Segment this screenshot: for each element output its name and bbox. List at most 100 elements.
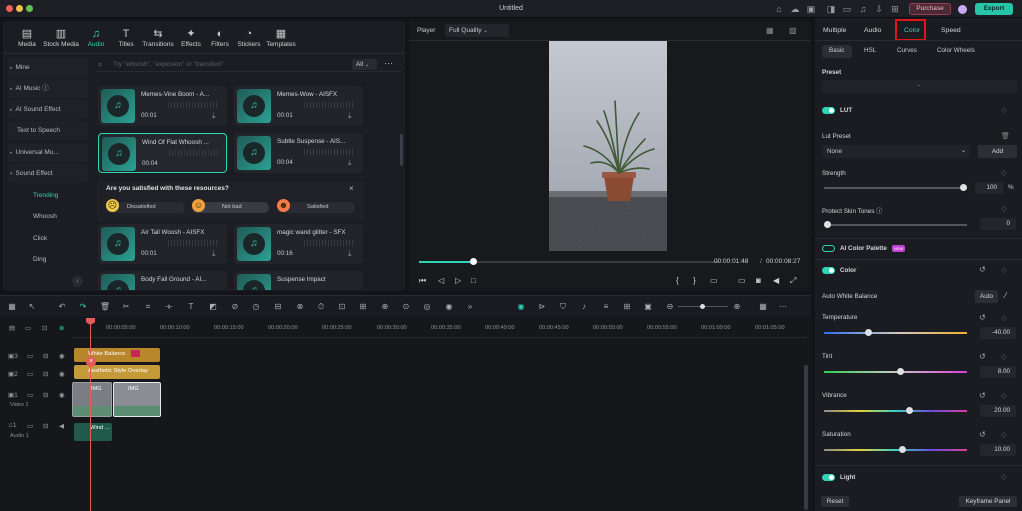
- shield-icon[interactable]: ⛉: [557, 302, 569, 312]
- protect-skin-slider[interactable]: [824, 221, 967, 228]
- delete-icon[interactable]: 🗑: [99, 302, 111, 311]
- vibrance-slider[interactable]: [824, 407, 967, 414]
- preset-selector[interactable]: ⌄: [822, 80, 1017, 93]
- video-preview[interactable]: [549, 41, 667, 251]
- strength-slider[interactable]: [824, 184, 967, 191]
- fullscreen-icon[interactable]: ⤢: [790, 276, 796, 286]
- video-clip-2[interactable]: IMG: [113, 382, 161, 417]
- collapse-sidebar-button[interactable]: ‹: [72, 276, 83, 287]
- folder-icon[interactable]: ▭: [27, 422, 33, 430]
- reset-icon[interactable]: ↺: [979, 391, 986, 400]
- keyframe-diamond-icon[interactable]: ◇: [1001, 106, 1006, 114]
- saturation-value[interactable]: 10.00: [980, 444, 1016, 456]
- redo-icon[interactable]: ↷: [77, 302, 89, 311]
- display-icon[interactable]: ▭: [738, 276, 746, 285]
- audio-card[interactable]: ♫ Memes-Wow - AISFX 00:01 ⤓: [234, 86, 363, 126]
- sidebar-item-universal-music[interactable]: ▸ Universal Mu...: [8, 143, 88, 162]
- slider-knob[interactable]: [898, 446, 906, 453]
- folder-icon[interactable]: ▭: [27, 352, 33, 360]
- keyframe-diamond-icon[interactable]: ◇: [1001, 431, 1006, 439]
- grid-view-icon[interactable]: ▦: [766, 26, 774, 35]
- audio-card[interactable]: ♫ Memes-Vine Boom - A... 00:01 ⤓: [98, 86, 227, 126]
- subtab-hsl[interactable]: HSL: [864, 47, 876, 54]
- download-icon[interactable]: ⤓: [348, 249, 352, 259]
- layout-icon[interactable]: ▣: [806, 4, 816, 14]
- tab-audio-properties[interactable]: Audio: [864, 27, 881, 34]
- eye-icon[interactable]: ◉: [59, 391, 65, 399]
- eye-icon[interactable]: ◉: [59, 352, 65, 360]
- select-tool-icon[interactable]: ↖: [26, 302, 38, 311]
- step-back-icon[interactable]: ◁: [438, 276, 444, 285]
- reset-icon[interactable]: ↺: [979, 352, 986, 361]
- keyframe-diamond-icon[interactable]: ◇: [1001, 392, 1006, 400]
- download-icon[interactable]: ⤓: [212, 111, 216, 121]
- effects-tool-icon[interactable]: ⊗: [294, 302, 306, 311]
- slider-knob[interactable]: [824, 221, 831, 228]
- audio-card-selected[interactable]: ♫ Wind Of Flat Whoosh ... 00:04: [98, 133, 227, 173]
- saturation-slider[interactable]: [824, 446, 967, 453]
- ai-palette-toggle[interactable]: [822, 245, 835, 252]
- tab-templates[interactable]: ▦ Templates: [261, 27, 301, 48]
- color-match-icon[interactable]: ⊘: [229, 302, 241, 311]
- vibrance-value[interactable]: 20.00: [980, 405, 1016, 417]
- playhead-line[interactable]: [90, 318, 91, 511]
- sidebar-item-ai-music[interactable]: ▸ AI Music ⓘ: [8, 79, 88, 98]
- undo-icon[interactable]: ↶: [56, 302, 68, 311]
- cloud-icon[interactable]: ☁: [790, 4, 800, 14]
- sidebar-item-ai-sound-effect[interactable]: ▸ AI Sound Effect: [8, 100, 88, 119]
- keyframe-diamond-icon[interactable]: ◇: [1001, 169, 1006, 177]
- keyframe-panel-button[interactable]: Keyframe Panel: [959, 496, 1017, 507]
- close-icon[interactable]: ×: [349, 184, 354, 193]
- split-marker-icon[interactable]: ×: [86, 357, 96, 367]
- keyframe-diamond-icon[interactable]: ◇: [1001, 314, 1006, 322]
- tab-speed[interactable]: Speed: [941, 27, 961, 34]
- sidebar-item-click[interactable]: Click: [8, 229, 88, 248]
- export-button[interactable]: Export: [975, 3, 1013, 15]
- keyframe-diamond-icon[interactable]: ◇: [1001, 353, 1006, 361]
- keyframe-diamond-icon[interactable]: ◇: [1001, 266, 1006, 274]
- snapshot-icon[interactable]: ▣: [642, 302, 654, 311]
- tint-value[interactable]: 8.00: [980, 366, 1016, 378]
- download-icon[interactable]: ⇩: [874, 4, 884, 14]
- grid-view-icon[interactable]: ▦: [757, 302, 769, 311]
- reset-icon[interactable]: ↺: [979, 430, 986, 439]
- download-icon[interactable]: ⤓: [348, 158, 352, 168]
- magnet-icon[interactable]: ⊕: [59, 324, 64, 332]
- download-icon[interactable]: ⤓: [212, 249, 216, 259]
- microphone-icon[interactable]: ♪: [578, 302, 590, 311]
- slider-knob[interactable]: [864, 329, 872, 336]
- stop-icon[interactable]: □: [471, 276, 476, 285]
- reset-button[interactable]: Reset: [821, 496, 849, 507]
- mark-out-icon[interactable]: }: [693, 276, 696, 285]
- timer-icon[interactable]: ⏱: [315, 302, 327, 312]
- add-lut-button[interactable]: Add: [978, 145, 1017, 158]
- subtab-color-wheels[interactable]: Color Wheels: [937, 47, 975, 54]
- marker-icon[interactable]: ⊞: [621, 302, 633, 311]
- render-icon[interactable]: ◉: [515, 302, 527, 311]
- audio-card[interactable]: ♫ Air Tail Woosh - AISFX 00:01 ⤓: [98, 224, 227, 264]
- voiceover-icon[interactable]: ≡: [600, 302, 612, 311]
- volume-icon[interactable]: ◀: [59, 422, 64, 430]
- media-scrollbar[interactable]: [400, 134, 403, 166]
- audio-detach-icon[interactable]: ⊞: [357, 302, 369, 311]
- slider-knob[interactable]: [960, 184, 967, 191]
- snapshot-icon[interactable]: ▨: [789, 26, 797, 35]
- bell-icon[interactable]: ♫: [858, 4, 868, 14]
- trim-icon[interactable]: ⟛: [163, 302, 175, 312]
- sidebar-item-trending[interactable]: Trending: [8, 186, 88, 205]
- more-options-icon[interactable]: ···: [384, 58, 393, 68]
- sidebar-item-ding[interactable]: Ding: [8, 250, 88, 269]
- transform-icon[interactable]: ⊕: [379, 302, 391, 311]
- play-icon[interactable]: ▷: [455, 276, 461, 285]
- subtab-curves[interactable]: Curves: [897, 47, 917, 54]
- light-toggle[interactable]: [822, 474, 835, 481]
- volume-icon[interactable]: ◀: [773, 276, 779, 285]
- zoom-slider[interactable]: [678, 304, 728, 309]
- folder-icon[interactable]: ▭: [27, 370, 33, 378]
- playback-progress-track[interactable]: [419, 258, 719, 265]
- keyframe-diamond-icon[interactable]: ◇: [1001, 205, 1006, 213]
- lock-icon[interactable]: ⊟: [43, 391, 48, 399]
- mask-icon[interactable]: ◩: [207, 302, 219, 311]
- add-track-icon[interactable]: ▤: [9, 324, 15, 332]
- eyedropper-icon[interactable]: ⁄: [1005, 291, 1006, 300]
